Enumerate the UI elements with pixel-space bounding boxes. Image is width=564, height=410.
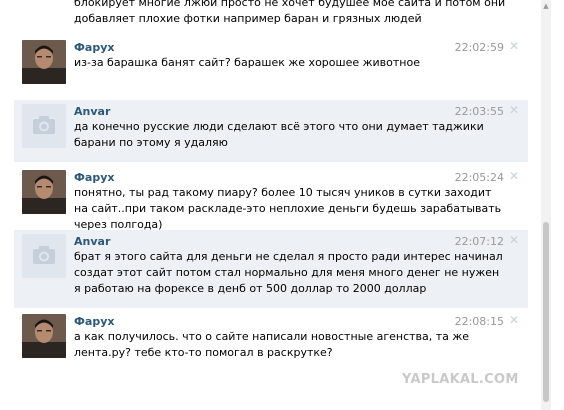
message-author[interactable]: Фарух [74,315,114,328]
avatar-photo[interactable] [22,314,66,358]
message-text: да конечно русские люди сделают всё этог… [74,120,484,149]
message-time: 22:02:59 [454,41,504,54]
message-author[interactable]: Фарух [74,41,114,54]
message-author[interactable]: Фарух [74,171,114,184]
delete-icon[interactable]: ✕ [509,103,519,117]
camera-icon[interactable] [22,104,66,148]
scrollbar[interactable]: ▲ [541,0,551,410]
delete-icon[interactable]: ✕ [509,169,519,183]
message-time: 22:05:24 [454,171,504,184]
message-item: Anvar 22:03:55 ✕ да конечно русские люди… [14,100,528,162]
message-item: Фарух 22:08:15 ✕ а как получилось. что о… [14,310,528,368]
avatar-photo[interactable] [22,40,66,84]
message-list: блокирует многие лжюи просто не хочет бу… [0,0,540,410]
message-text-partial: блокирует многие лжюи просто не хочет бу… [74,0,506,25]
message-item: Фарух 22:02:59 ✕ из-за барашка банят сай… [14,36,528,90]
message-time: 22:08:15 [454,315,504,328]
message-text: из-за барашка банят сайт? барашек же хор… [74,56,420,69]
scrollbar-thumb[interactable] [543,222,549,402]
delete-icon[interactable]: ✕ [509,39,519,53]
watermark-logo: YAPLAKAL.COM [402,372,519,387]
message-text: брат я этого сайта для деньги не сделал … [74,250,503,295]
message-item: Фарух 22:05:24 ✕ понятно, ты рад такому … [14,166,528,231]
message-time: 22:03:55 [454,105,504,118]
delete-icon[interactable]: ✕ [509,313,519,327]
message-author[interactable]: Anvar [74,105,110,118]
message-item: Anvar 22:07:12 ✕ брат я этого сайта для … [14,230,528,308]
scroll-up-arrow-icon[interactable]: ▲ [541,0,551,12]
delete-icon[interactable]: ✕ [509,233,519,247]
message-time: 22:07:12 [454,235,504,248]
message-author[interactable]: Anvar [74,235,110,248]
camera-icon[interactable] [22,234,66,278]
avatar-photo[interactable] [22,170,66,214]
message-text: а как получилось. что о сайте написали н… [74,330,470,359]
message-text: понятно, ты рад такому пиару? более 10 т… [74,186,502,231]
